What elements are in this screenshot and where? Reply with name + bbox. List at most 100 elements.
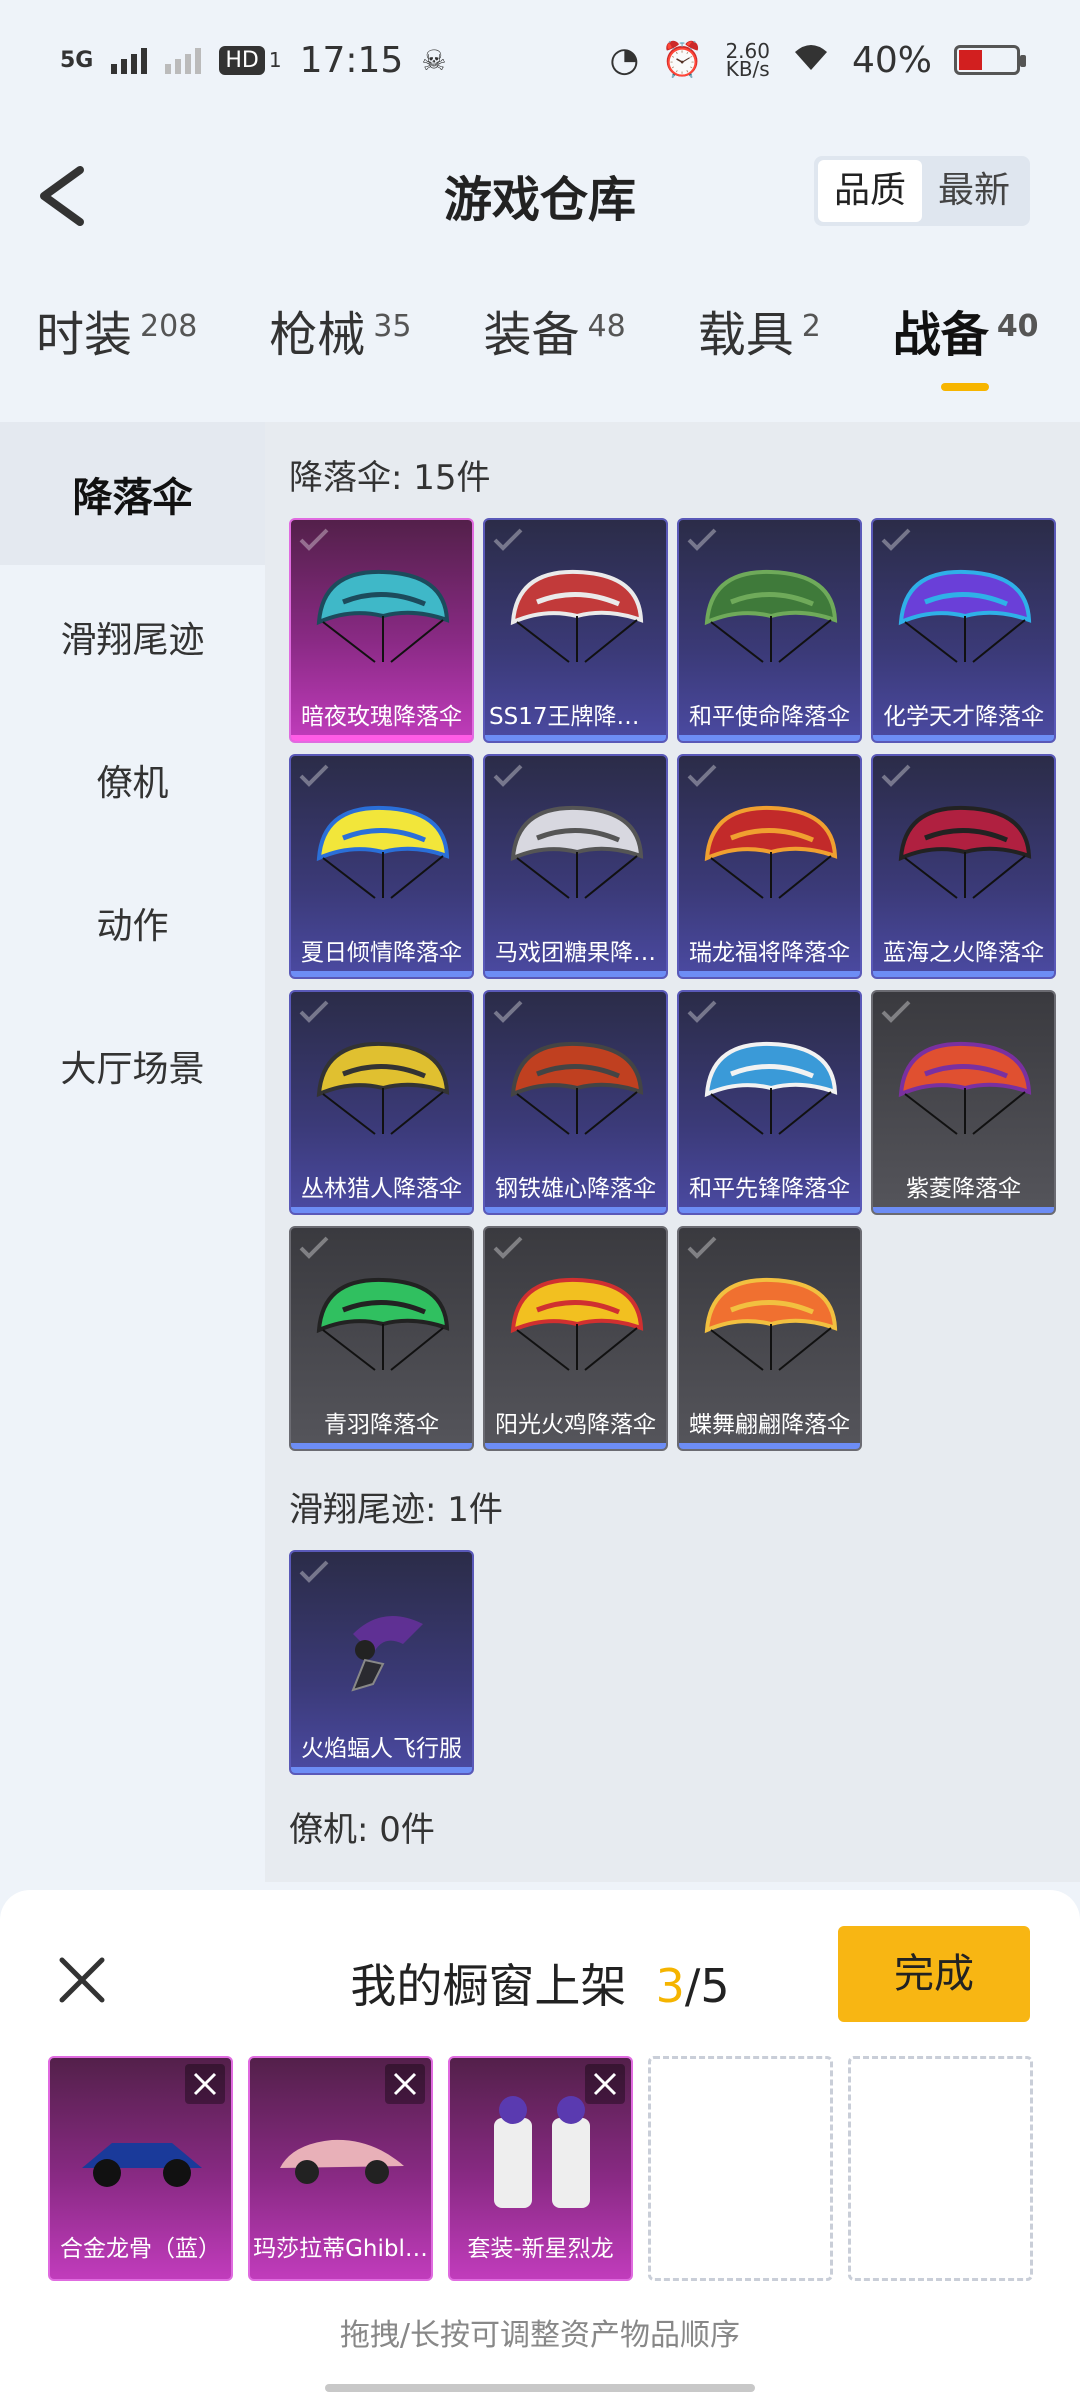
parachute-card[interactable]: 紫菱降落伞 <box>871 990 1056 1215</box>
section-title-parachute: 降落伞: 15件 <box>289 458 491 498</box>
showcase-slot[interactable]: 合金龙骨（蓝） <box>48 2056 233 2281</box>
sort-newest[interactable]: 最新 <box>922 160 1026 222</box>
check-icon <box>881 1000 911 1023</box>
tab-fashion[interactable]: 时装 208 <box>36 295 197 420</box>
sidebar-item-parachute[interactable]: 降落伞 <box>0 422 265 565</box>
item-name: 和平使命降落伞 <box>689 704 850 730</box>
tab-vehicles[interactable]: 载具 2 <box>698 295 821 420</box>
remove-item-button[interactable] <box>385 2064 425 2104</box>
close-icon <box>193 2072 217 2096</box>
parachute-card[interactable]: 马戏团糖果降… <box>483 754 668 979</box>
rarity-bar <box>873 735 1054 741</box>
item-name: 化学天才降落伞 <box>883 704 1044 730</box>
sidebar-item-emote[interactable]: 动作 <box>0 851 265 994</box>
remove-item-button[interactable] <box>185 2064 225 2104</box>
close-icon <box>393 2072 417 2096</box>
sidebar-item-lobby[interactable]: 大厅场景 <box>0 994 265 1137</box>
remove-item-button[interactable] <box>585 2064 625 2104</box>
rarity-bar <box>485 735 666 741</box>
rarity-bar <box>873 971 1054 977</box>
check-icon <box>299 1000 329 1023</box>
close-icon <box>593 2072 617 2096</box>
item-name: 暗夜玫瑰降落伞 <box>301 704 462 730</box>
sort-toggle: 品质 最新 <box>813 156 1030 226</box>
status-bar: 5G HD 1 17:15 ☠ ◔ ⏰ 2.60 KB/s 40% <box>0 0 1080 120</box>
rarity-bar <box>485 1443 666 1449</box>
rarity-bar <box>679 1207 860 1213</box>
item-name: 青羽降落伞 <box>324 1412 439 1438</box>
item-name: SS17王牌降落伞 <box>489 704 663 730</box>
parachute-card[interactable]: 和平先锋降落伞 <box>677 990 862 1215</box>
showcase-panel: 我的橱窗上架 3/5 完成 合金龙骨（蓝） 玛莎拉蒂Ghibl… 套装-新星烈龙 拖… <box>0 1890 1080 2400</box>
parachute-card[interactable]: 暗夜玫瑰降落伞 <box>289 518 474 743</box>
done-button[interactable]: 完成 <box>838 1926 1030 2022</box>
item-name: 火焰蝠人飞行服 <box>301 1736 462 1762</box>
trail-card[interactable]: 火焰蝠人飞行服 <box>289 1550 474 1775</box>
sidebar-item-trail[interactable]: 滑翔尾迹 <box>0 565 265 708</box>
net-speed: 2.60 KB/s <box>725 39 770 81</box>
tab-guns[interactable]: 枪械 35 <box>269 295 411 420</box>
check-icon <box>881 764 911 787</box>
rarity-bar <box>291 735 472 741</box>
parachute-icon <box>898 569 1032 663</box>
parachute-icon <box>898 1041 1032 1135</box>
time: 17:15 <box>299 39 404 81</box>
parachute-icon <box>316 805 450 899</box>
check-icon <box>299 528 329 551</box>
section-title-wingman: 僚机: 0件 <box>289 1810 435 1850</box>
rarity-bar <box>485 971 666 977</box>
sort-quality[interactable]: 品质 <box>817 160 922 222</box>
home-indicator[interactable] <box>325 2384 755 2392</box>
item-grid: 降落伞: 15件 暗夜玫瑰降落伞 SS17王牌降落伞 和平使命降落伞 化学天才降落伞夏… <box>265 422 1080 1882</box>
parachute-card[interactable]: 青羽降落伞 <box>289 1226 474 1451</box>
parachute-card[interactable]: 阳光火鸡降落伞 <box>483 1226 668 1451</box>
parachute-icon <box>316 1041 450 1135</box>
check-icon <box>299 1560 329 1583</box>
parachute-icon <box>510 805 644 899</box>
rarity-bar <box>291 971 472 977</box>
parachute-icon <box>704 805 838 899</box>
parachute-card[interactable]: 化学天才降落伞 <box>871 518 1056 743</box>
check-icon <box>687 1000 717 1023</box>
parachute-icon <box>510 569 644 663</box>
slot-item-name: 合金龙骨（蓝） <box>60 2236 221 2262</box>
check-icon <box>493 1236 523 1259</box>
category-tabs: 时装 208 枪械 35 装备 48 载具 2 战备 40 <box>0 295 1080 420</box>
check-icon <box>687 1236 717 1259</box>
parachute-card[interactable]: 蓝海之火降落伞 <box>871 754 1056 979</box>
rarity-bar <box>679 971 860 977</box>
rarity-bar <box>291 1443 472 1449</box>
rarity-bar <box>679 735 860 741</box>
header: 游戏仓库 品质 最新 <box>0 130 1080 260</box>
battery-icon <box>954 45 1026 75</box>
parachute-card[interactable]: 丛林猎人降落伞 <box>289 990 474 1215</box>
sidebar-item-wingman[interactable]: 僚机 <box>0 708 265 851</box>
wingsuit-icon <box>351 1616 423 1692</box>
parachute-icon <box>704 1041 838 1135</box>
showcase-slot-empty[interactable] <box>848 2056 1033 2281</box>
parachute-card[interactable]: 夏日倾情降落伞 <box>289 754 474 979</box>
parachute-card[interactable]: 和平使命降落伞 <box>677 518 862 743</box>
item-name: 钢铁雄心降落伞 <box>495 1176 656 1202</box>
parachute-card[interactable]: 蝶舞翩翩降落伞 <box>677 1226 862 1451</box>
battery-percent: 40% <box>851 39 932 81</box>
parachute-card[interactable]: SS17王牌降落伞 <box>483 518 668 743</box>
item-name: 和平先锋降落伞 <box>689 1176 850 1202</box>
parachute-card[interactable]: 钢铁雄心降落伞 <box>483 990 668 1215</box>
car-icon <box>82 2143 202 2187</box>
signal-icon-2 <box>165 46 202 74</box>
parachute-icon <box>510 1041 644 1135</box>
item-name: 阳光火鸡降落伞 <box>495 1412 656 1438</box>
showcase-slot[interactable]: 玛莎拉蒂Ghibl… <box>248 2056 433 2281</box>
parachute-icon <box>316 1277 450 1371</box>
speedometer-icon: ◔ <box>609 40 640 80</box>
showcase-slot-empty[interactable] <box>648 2056 833 2281</box>
parachute-card[interactable]: 瑞龙福将降落伞 <box>677 754 862 979</box>
alarm-icon: ⏰ <box>661 40 704 80</box>
app-notification-icon: ☠ <box>421 43 447 77</box>
tab-gear[interactable]: 战备 40 <box>893 295 1039 420</box>
tab-equipment[interactable]: 装备 48 <box>483 295 625 420</box>
hd-icon: HD <box>219 45 265 75</box>
showcase-slot[interactable]: 套装-新星烈龙 <box>448 2056 633 2281</box>
parachute-icon <box>704 1277 838 1371</box>
